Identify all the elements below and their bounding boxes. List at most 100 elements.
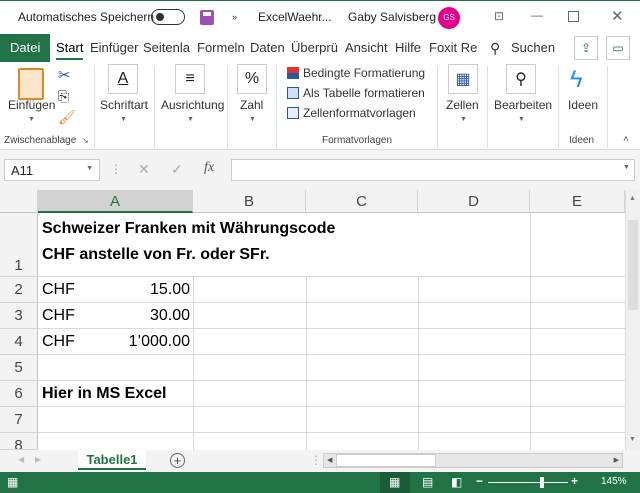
maximize-button[interactable] bbox=[568, 11, 579, 22]
zoom-out-button[interactable]: − bbox=[476, 474, 483, 488]
ideas-icon[interactable]: ϟ bbox=[570, 66, 583, 94]
dialog-launcher-icon[interactable]: ↘ bbox=[82, 136, 89, 145]
save-icon[interactable] bbox=[200, 10, 214, 25]
accessibility-icon[interactable]: ▦ bbox=[7, 475, 18, 489]
cells-icon[interactable]: ▦ bbox=[448, 64, 478, 94]
ribbon-display-icon[interactable]: ⊡ bbox=[494, 9, 504, 23]
alignment-button[interactable]: Ausrichtung bbox=[161, 98, 224, 112]
zoom-slider[interactable] bbox=[488, 482, 568, 483]
tab-datei[interactable]: Datei bbox=[0, 34, 50, 62]
font-icon[interactable]: A bbox=[108, 64, 138, 94]
column-header-a[interactable]: A bbox=[38, 190, 193, 213]
autosave-label: Automatisches Speichern bbox=[18, 10, 155, 24]
group-label-clipboard: Zwischenablage bbox=[4, 135, 77, 146]
tab-daten[interactable]: Daten bbox=[250, 40, 285, 55]
more-commands[interactable]: » bbox=[232, 12, 237, 22]
expand-formula-icon[interactable]: ▼ bbox=[623, 164, 630, 171]
tab-ansicht[interactable]: Ansicht bbox=[345, 40, 388, 55]
column-header-b[interactable]: B bbox=[193, 190, 306, 213]
cell-a2-value: 15.00 bbox=[149, 281, 190, 298]
column-header-e[interactable]: E bbox=[530, 190, 625, 213]
split-handle[interactable]: ⋮ bbox=[310, 453, 322, 467]
horizontal-scroll-thumb[interactable] bbox=[336, 454, 436, 467]
name-box[interactable]: A11 ▼ bbox=[4, 159, 100, 181]
select-all-corner[interactable] bbox=[0, 190, 38, 213]
zoom-in-button[interactable]: + bbox=[571, 474, 578, 488]
row-header-4[interactable]: 4 bbox=[0, 329, 38, 355]
cut-icon[interactable]: ✂ bbox=[58, 66, 71, 84]
cells-button[interactable]: Zellen bbox=[446, 98, 479, 112]
number-button[interactable]: Zahl bbox=[240, 98, 263, 112]
cell-a4-value: 1’000.00 bbox=[128, 333, 190, 350]
collapse-ribbon-icon[interactable]: ˄ bbox=[623, 134, 629, 145]
conditional-formatting-button[interactable]: Bedingte Formatierung bbox=[303, 66, 425, 80]
tab-hilfe[interactable]: Hilfe bbox=[395, 40, 421, 55]
enter-icon[interactable]: ✓ bbox=[171, 161, 183, 178]
tab-seitenlayout[interactable]: Seitenla bbox=[143, 40, 190, 55]
copy-icon[interactable]: ⎘ bbox=[58, 88, 69, 105]
cell-a1-line1: Schweizer Franken mit Währungscode bbox=[42, 220, 336, 237]
row-header-2[interactable]: 2 bbox=[0, 277, 38, 303]
editing-button[interactable]: Bearbeiten bbox=[494, 98, 552, 112]
page-layout-view-icon[interactable]: ▤ bbox=[422, 475, 433, 489]
column-header-c[interactable]: C bbox=[306, 190, 418, 213]
drag-handle[interactable]: ⋮ bbox=[110, 162, 122, 176]
row-header-8[interactable]: 8 bbox=[0, 433, 38, 450]
close-button[interactable]: ✕ bbox=[611, 7, 624, 25]
format-as-table-button[interactable]: Als Tabelle formatieren bbox=[303, 86, 425, 100]
avatar[interactable]: GS bbox=[438, 7, 460, 29]
number-format-icon[interactable]: % bbox=[237, 64, 267, 94]
cell-a6: Hier in MS Excel bbox=[42, 385, 167, 402]
scroll-up-icon[interactable]: ▲ bbox=[629, 195, 636, 202]
formula-bar: A11 ▼ ⋮ ✕ ✓ fx ▼ bbox=[0, 150, 640, 190]
row-header-7[interactable]: 7 bbox=[0, 407, 38, 433]
tab-einfuegen[interactable]: Einfüger bbox=[90, 40, 138, 55]
page-break-view-icon[interactable]: ◧ bbox=[451, 475, 462, 489]
scroll-right-icon[interactable]: ▶ bbox=[614, 456, 619, 464]
tab-formeln[interactable]: Formeln bbox=[197, 40, 245, 55]
autosave-toggle[interactable] bbox=[151, 9, 185, 25]
title-bar: Automatisches Speichern » ExcelWaehr... … bbox=[0, 0, 640, 34]
vertical-scrollbar[interactable]: ▲ ▼ bbox=[625, 190, 640, 450]
cell-a1-line2: CHF anstelle von Fr. oder SFr. bbox=[42, 246, 270, 263]
format-as-table-icon bbox=[287, 87, 299, 99]
comments-button[interactable]: ▭ bbox=[606, 36, 630, 60]
row-header-6[interactable]: 6 bbox=[0, 381, 38, 407]
worksheet-grid[interactable]: A B C D E 1 2 3 4 5 6 7 8 Schweizer Fran… bbox=[0, 190, 625, 450]
horizontal-scrollbar[interactable]: ◀ ▶ bbox=[323, 453, 623, 468]
scroll-left-icon[interactable]: ◀ bbox=[327, 456, 332, 464]
format-painter-icon[interactable]: 🖌 bbox=[58, 109, 76, 126]
zoom-slider-thumb[interactable] bbox=[540, 477, 544, 488]
search-icon[interactable]: ⚲ bbox=[490, 40, 500, 57]
search-label[interactable]: Suchen bbox=[511, 40, 555, 55]
tab-start[interactable]: Start bbox=[56, 40, 83, 55]
cell-a2-currency: CHF bbox=[42, 281, 75, 298]
row-header-1[interactable]: 1 bbox=[0, 213, 38, 277]
share-button[interactable]: ⇪ bbox=[574, 36, 598, 60]
tab-foxit[interactable]: Foxit Re bbox=[429, 40, 477, 55]
next-sheet-icon[interactable]: ▶ bbox=[35, 455, 41, 464]
cell-styles-button[interactable]: Zellenformatvorlagen bbox=[303, 106, 416, 120]
row-header-5[interactable]: 5 bbox=[0, 355, 38, 381]
formula-input[interactable] bbox=[231, 159, 635, 181]
add-sheet-button[interactable]: + bbox=[170, 453, 185, 468]
group-label-ideas: Ideen bbox=[569, 135, 595, 146]
row-header-3[interactable]: 3 bbox=[0, 303, 38, 329]
column-header-d[interactable]: D bbox=[418, 190, 530, 213]
paste-icon[interactable] bbox=[18, 68, 44, 100]
vertical-scroll-thumb[interactable] bbox=[628, 220, 638, 310]
ideas-button[interactable]: Ideen bbox=[568, 98, 598, 112]
paste-button[interactable]: Einfügen bbox=[8, 98, 55, 112]
font-button[interactable]: Schriftart bbox=[100, 98, 148, 112]
tab-ueberpruefen[interactable]: Überprü bbox=[291, 40, 338, 55]
normal-view-button[interactable]: ▦ bbox=[380, 472, 410, 493]
editing-icon[interactable]: ⚲ bbox=[506, 64, 536, 94]
zoom-level[interactable]: 145% bbox=[601, 476, 627, 487]
cancel-icon[interactable]: ✕ bbox=[138, 161, 150, 178]
prev-sheet-icon[interactable]: ◀ bbox=[18, 455, 24, 464]
scroll-down-icon[interactable]: ▼ bbox=[629, 436, 636, 443]
insert-function-icon[interactable]: fx bbox=[204, 160, 214, 176]
alignment-icon[interactable]: ≡ bbox=[175, 64, 205, 94]
sheet-tab-tabelle1[interactable]: Tabelle1 bbox=[78, 450, 146, 470]
minimize-button[interactable]: — bbox=[531, 8, 543, 22]
